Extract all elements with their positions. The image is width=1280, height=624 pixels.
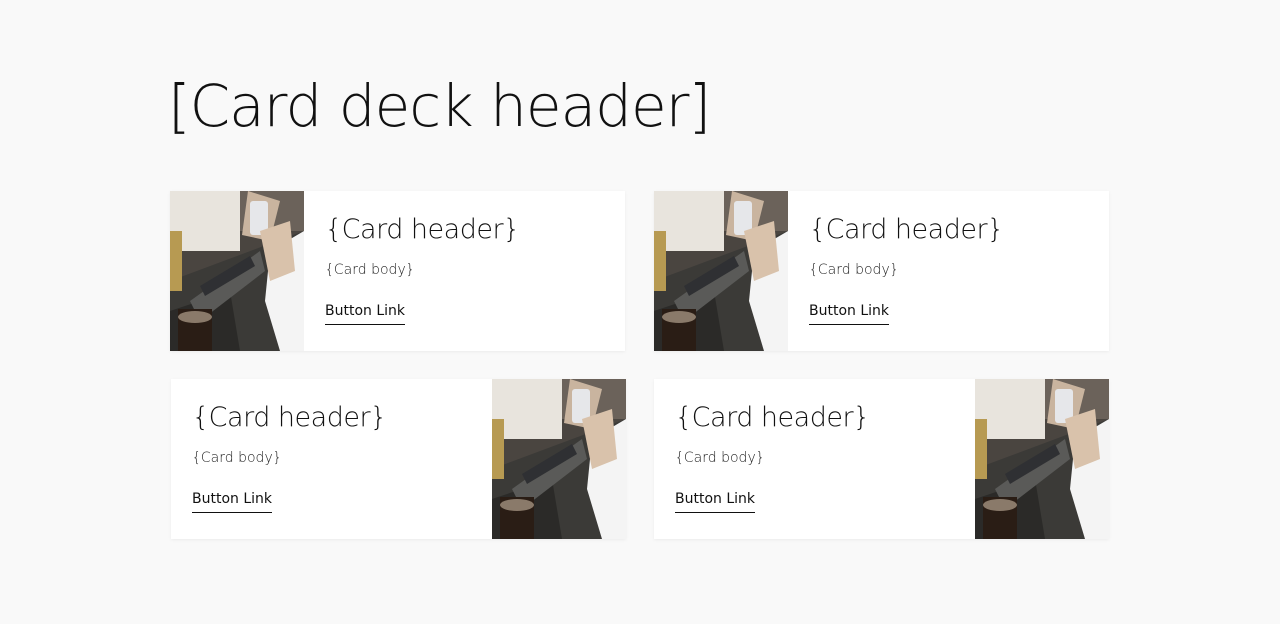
card-content: {Card header} {Card body} Button Link xyxy=(788,191,1109,351)
card: {Card header} {Card body} Button Link xyxy=(170,191,625,351)
card-button-link[interactable]: Button Link xyxy=(809,302,890,325)
card-deck-page: [Card deck header] {Card header} {Card b… xyxy=(0,0,1280,624)
card-photo xyxy=(975,379,1109,539)
card-content: {Card header} {Card body} Button Link xyxy=(171,379,492,539)
card-body: {Card body} xyxy=(809,262,899,278)
card-body: {Card body} xyxy=(325,262,415,278)
card-header: {Card header} xyxy=(809,214,1004,245)
card-header: {Card header} xyxy=(192,402,387,433)
card-deck-title: [Card deck header] xyxy=(168,72,711,140)
card-photo xyxy=(170,191,304,351)
card-header: {Card header} xyxy=(675,402,870,433)
card-body: {Card body} xyxy=(192,450,282,466)
card-button-link[interactable]: Button Link xyxy=(325,302,406,325)
card-button-link[interactable]: Button Link xyxy=(675,490,756,513)
card: {Card header} {Card body} Button Link xyxy=(654,379,1109,539)
card: {Card header} {Card body} Button Link xyxy=(654,191,1109,351)
card-photo xyxy=(654,191,788,351)
card: {Card header} {Card body} Button Link xyxy=(171,379,626,539)
card-body: {Card body} xyxy=(675,450,765,466)
card-header: {Card header} xyxy=(325,214,520,245)
card-button-link[interactable]: Button Link xyxy=(192,490,273,513)
card-content: {Card header} {Card body} Button Link xyxy=(304,191,625,351)
card-content: {Card header} {Card body} Button Link xyxy=(654,379,975,539)
card-photo xyxy=(492,379,626,539)
